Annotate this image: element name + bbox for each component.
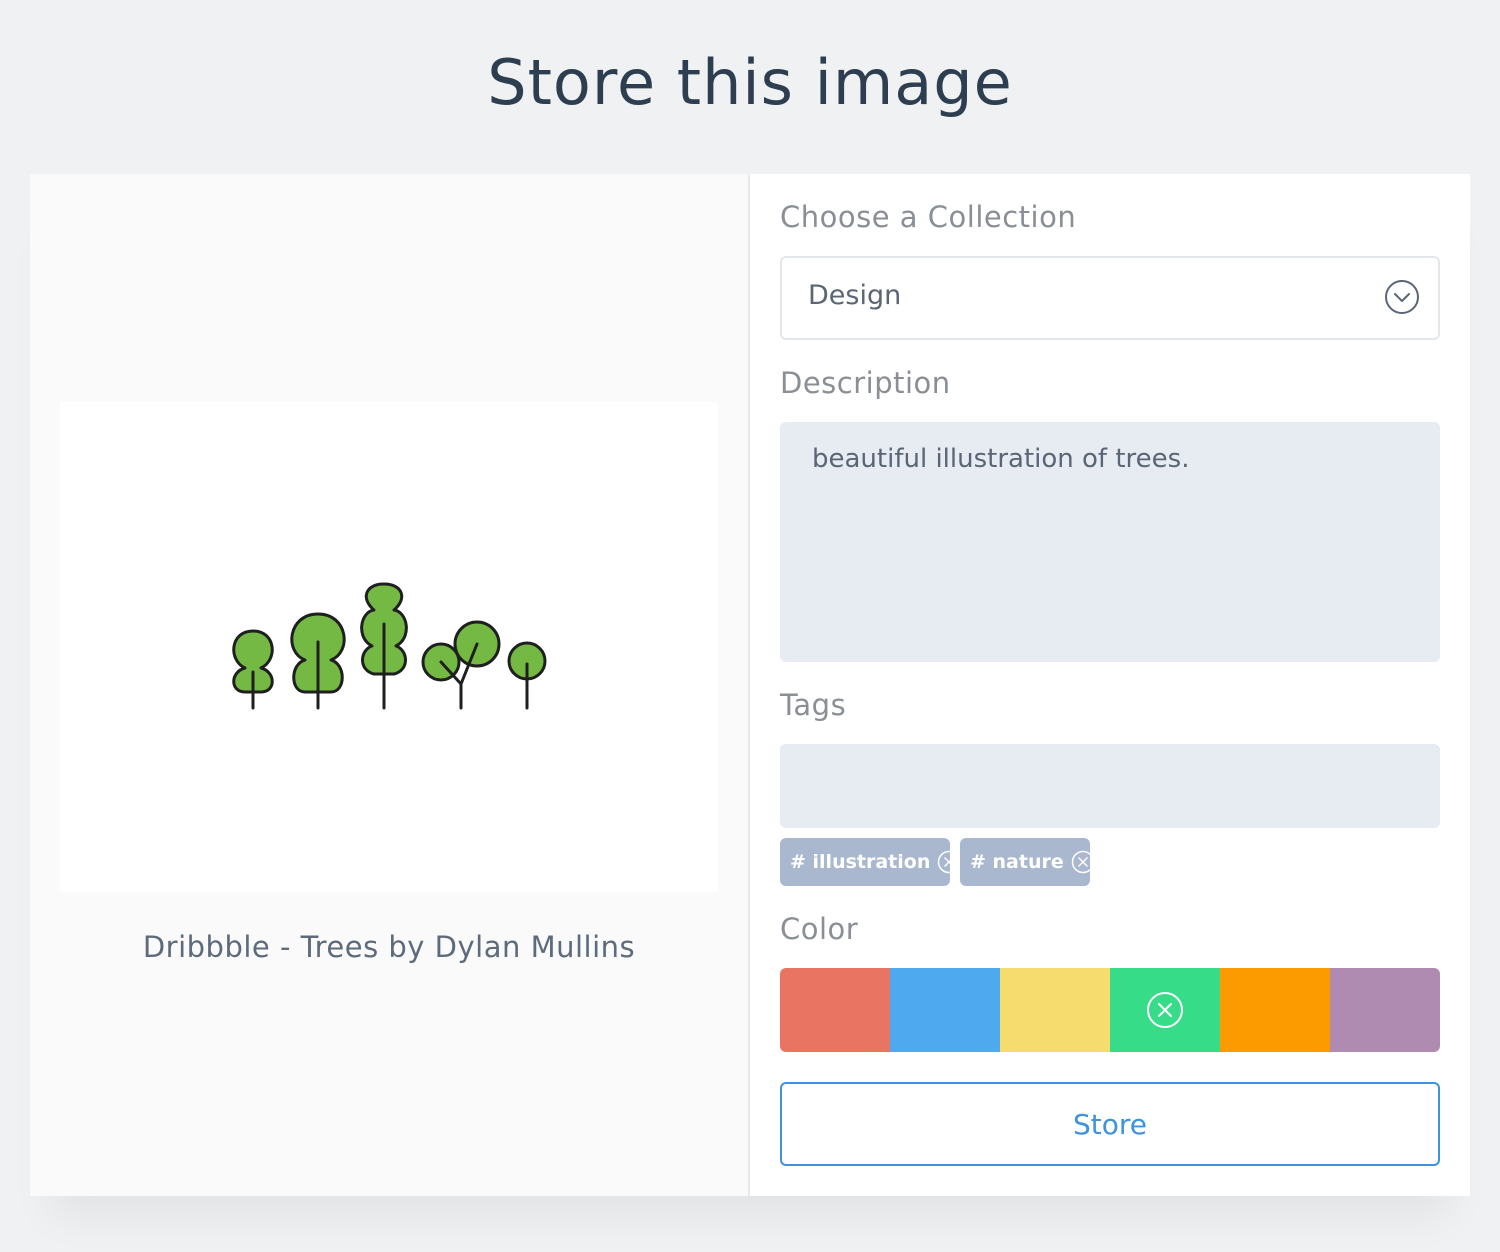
tag-chip-nature: # nature — [960, 838, 1094, 886]
color-swatch-yellow[interactable] — [1000, 968, 1110, 1052]
store-button[interactable]: Store — [780, 1082, 1440, 1166]
tags-input[interactable] — [780, 744, 1440, 828]
description-label: Description — [780, 366, 951, 400]
store-form: Choose a Collection Design Description b… — [780, 174, 1440, 1196]
color-picker — [780, 968, 1440, 1052]
tag-label: # nature — [970, 851, 1064, 873]
close-circle-icon — [1146, 991, 1184, 1033]
tags-label: Tags — [780, 688, 847, 722]
color-swatch-green[interactable] — [1110, 968, 1220, 1052]
color-swatch-blue[interactable] — [890, 968, 1000, 1052]
collection-select[interactable]: Design — [780, 256, 1440, 340]
collection-select-value: Design — [808, 280, 902, 311]
page-title: Store this image — [487, 46, 1013, 119]
color-swatch-red[interactable] — [780, 968, 890, 1052]
description-textarea[interactable]: beautiful illustration of trees. — [780, 422, 1440, 662]
store-image-card: Dribbble - Trees by Dylan Mullins Choose… — [30, 174, 1470, 1196]
chevron-down-circle-icon[interactable] — [1384, 279, 1420, 319]
tag-chip-illustration: # illustration — [780, 838, 961, 886]
color-label: Color — [780, 912, 859, 946]
tag-label: # illustration — [790, 851, 931, 873]
collection-label: Choose a Collection — [780, 200, 1077, 234]
color-swatch-orange[interactable] — [1220, 968, 1330, 1052]
image-preview — [60, 402, 718, 892]
close-circle-icon[interactable] — [937, 850, 961, 874]
close-circle-icon[interactable] — [1071, 850, 1095, 874]
color-swatch-purple[interactable] — [1330, 968, 1440, 1052]
trees-illustration — [232, 582, 547, 710]
image-caption: Dribbble - Trees by Dylan Mullins — [142, 930, 636, 964]
image-preview-panel: Dribbble - Trees by Dylan Mullins — [30, 174, 750, 1196]
